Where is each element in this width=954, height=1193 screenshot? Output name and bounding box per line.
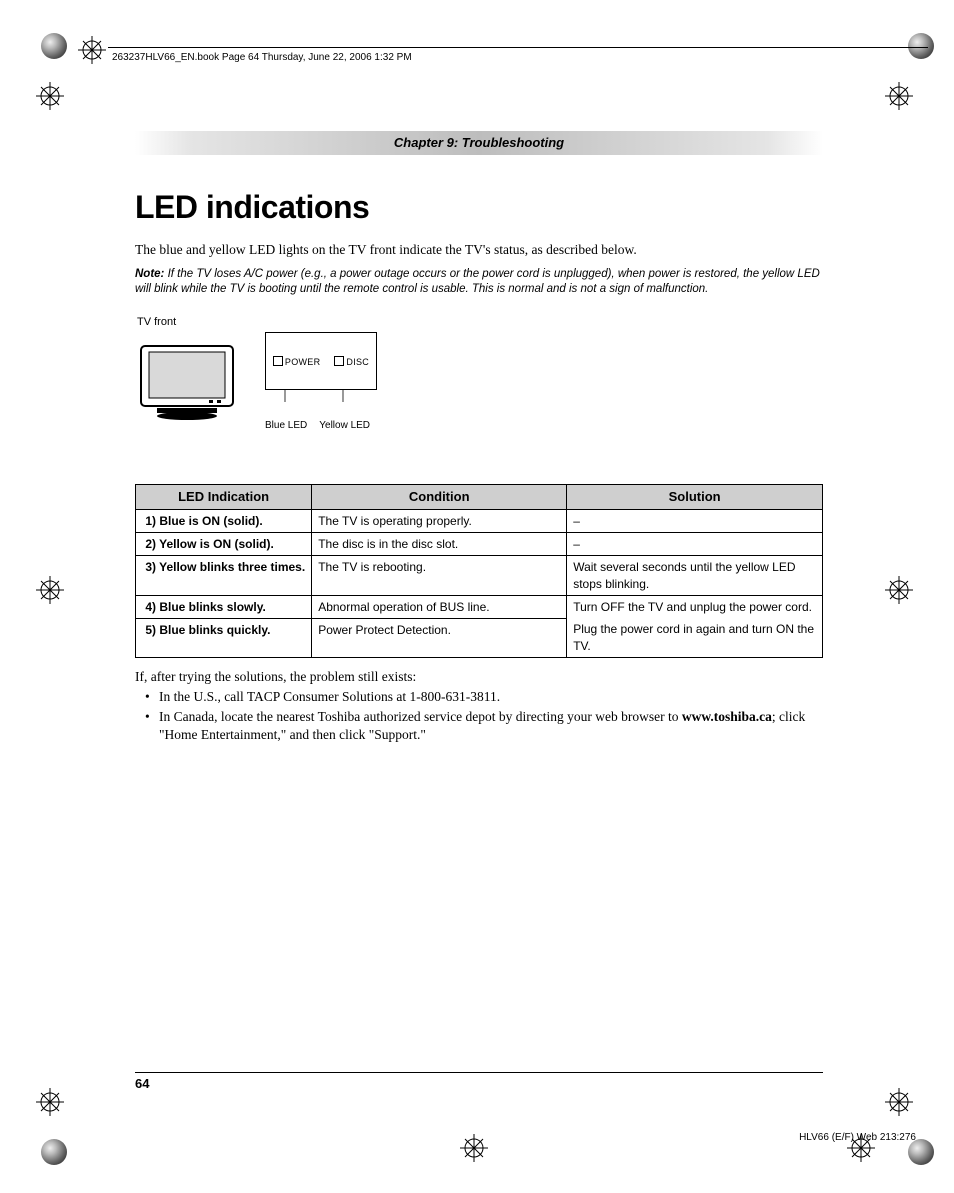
running-header: 263237HLV66_EN.book Page 64 Thursday, Ju… <box>112 52 412 63</box>
footer-code: HLV66 (E/F) Web 213:276 <box>799 1132 916 1143</box>
registration-mark-icon <box>36 576 64 604</box>
note-label: Note: <box>135 268 164 280</box>
list-item: In Canada, locate the nearest Toshiba au… <box>159 708 823 744</box>
registration-mark-icon <box>885 1088 913 1116</box>
intro-paragraph: The blue and yellow LED lights on the TV… <box>135 241 823 259</box>
led-table: LED Indication Condition Solution 1) Blu… <box>135 484 823 657</box>
col-condition: Condition <box>312 485 567 510</box>
chapter-header: Chapter 9: Troubleshooting <box>135 131 823 155</box>
blue-led-label: Blue LED <box>265 419 307 433</box>
table-row: 5) Blue blinks quickly. Power Protect De… <box>136 618 823 657</box>
print-sphere <box>908 33 934 59</box>
page-content: LED indications The blue and yellow LED … <box>135 186 823 747</box>
led-panel: POWER DISC Blue LED Yellow LED <box>265 332 377 432</box>
page-title: LED indications <box>135 186 823 229</box>
note-body: If the TV loses A/C power (e.g., a power… <box>135 268 820 295</box>
registration-mark-icon <box>885 576 913 604</box>
table-row: 4) Blue blinks slowly. Abnormal operatio… <box>136 595 823 618</box>
registration-mark-icon <box>36 1088 64 1116</box>
table-row: 3) Yellow blinks three times. The TV is … <box>136 556 823 595</box>
table-row: 2) Yellow is ON (solid). The disc is in … <box>136 533 823 556</box>
page-number: 64 <box>135 1076 149 1091</box>
registration-mark-icon <box>460 1134 488 1162</box>
col-solution: Solution <box>567 485 823 510</box>
print-sphere <box>41 1139 67 1165</box>
header-rule <box>108 47 928 48</box>
leader-lines-icon <box>265 390 375 408</box>
table-row: 1) Blue is ON (solid). The TV is operati… <box>136 510 823 533</box>
table-header-row: LED Indication Condition Solution <box>136 485 823 510</box>
registration-mark-icon <box>78 36 106 64</box>
disc-led-label: DISC <box>334 355 369 368</box>
registration-mark-icon <box>36 82 64 110</box>
print-sphere <box>41 33 67 59</box>
col-led-indication: LED Indication <box>136 485 312 510</box>
after-lead: If, after trying the solutions, the prob… <box>135 668 823 686</box>
power-led-label: POWER <box>273 355 321 368</box>
note-paragraph: Note: If the TV loses A/C power (e.g., a… <box>135 267 823 297</box>
after-table-text: If, after trying the solutions, the prob… <box>135 668 823 745</box>
yellow-led-label: Yellow LED <box>319 419 370 433</box>
registration-mark-icon <box>885 82 913 110</box>
footer-rule <box>135 1072 823 1073</box>
tv-diagram: TV front POWER DISC <box>137 315 823 432</box>
list-item: In the U.S., call TACP Consumer Solution… <box>159 688 823 706</box>
tv-icon <box>137 342 237 422</box>
tv-front-label: TV front <box>137 315 823 330</box>
